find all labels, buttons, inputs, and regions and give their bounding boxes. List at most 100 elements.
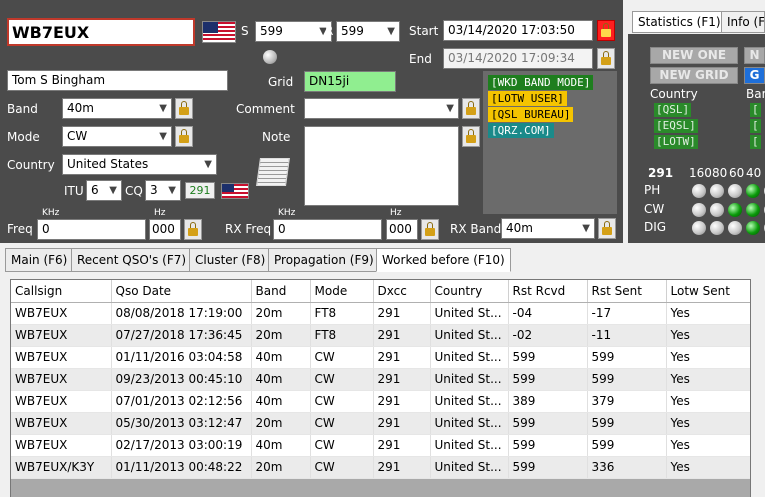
cell-band: 20m (251, 324, 311, 347)
comment-select[interactable]: ▼ (304, 98, 459, 119)
tab-worked-before[interactable]: Worked before (F10) (376, 248, 511, 272)
eqsl-tag[interactable]: [EQSL] (654, 119, 698, 133)
column-header-rst-rcvd[interactable]: Rst Rcvd (508, 280, 588, 303)
table-row[interactable]: WB7EUX 01/11/2016 03:04:58 40m CW 291 United … (11, 346, 750, 369)
column-header-lotw-sent[interactable]: Lotw Sent (666, 280, 750, 303)
lotw-tag[interactable]: [LOTW] (654, 135, 698, 149)
itu-value: 6 (91, 183, 99, 197)
cell-mode: CW (310, 390, 374, 413)
rst-rcvd-select[interactable]: 599 ▼ (336, 21, 400, 42)
cell-band: 20m (251, 456, 311, 479)
cell-mode: CW (310, 434, 374, 457)
cell-lotw-sent: Yes (666, 390, 750, 413)
column-header-rst-sent[interactable]: Rst Sent (587, 280, 667, 303)
cell-mode: CW (310, 412, 374, 435)
cq-select[interactable]: 3 ▼ (145, 180, 181, 201)
notepad-icon[interactable] (256, 158, 290, 186)
table-row[interactable]: WB7EUX 05/30/2013 03:12:47 20m CW 291 United … (11, 412, 750, 435)
freq-lock-button[interactable] (184, 219, 202, 240)
tag-qrz-com[interactable]: [QRZ.COM] (488, 123, 554, 138)
cell-country: United St... (430, 368, 509, 391)
band-eqsl-tag[interactable]: [ (750, 119, 761, 133)
new-one-button[interactable]: NEW ONE (650, 47, 738, 64)
tab-main[interactable]: Main (F6) (5, 248, 74, 272)
rxfreq-lock-button[interactable] (421, 219, 439, 240)
cell-lotw-sent: Yes (666, 434, 750, 457)
cell-rst-sent: 599 (587, 368, 667, 391)
table-row[interactable]: WB7EUX 02/17/2013 03:00:19 40m CW 291 United … (11, 434, 750, 457)
country-value: United States (67, 157, 149, 171)
country-select[interactable]: United States ▼ (62, 154, 217, 175)
column-header-mode[interactable]: Mode (310, 280, 374, 303)
rxfreq-hz-input[interactable]: 000 (386, 219, 418, 240)
end-lock-button[interactable] (597, 48, 615, 69)
chevron-down-icon: ▼ (159, 131, 167, 142)
tag-lotw-user[interactable]: [LOTW USER] (488, 91, 567, 106)
grid-input[interactable]: DN15ji (304, 71, 396, 92)
name-input[interactable]: Tom S Bingham (7, 70, 228, 91)
cell-lotw-sent: Yes (666, 456, 750, 479)
mode-row-dig: DIG (644, 220, 667, 234)
cell-qso-date: 05/30/2013 03:12:47 (111, 412, 252, 435)
lock-icon (466, 129, 476, 143)
column-header-country[interactable]: Country (430, 280, 509, 303)
chevron-down-icon: ▼ (387, 26, 395, 37)
band-col-80: 80 (712, 166, 728, 180)
new-cut-button[interactable]: N (744, 47, 765, 64)
itu-select[interactable]: 6 ▼ (86, 180, 122, 201)
mode-select[interactable]: CW ▼ (62, 126, 172, 147)
tab-cluster[interactable]: Cluster (F8) (189, 248, 272, 272)
cell-callsign: WB7EUX (11, 324, 112, 347)
tab-statistics[interactable]: Statistics (F1) (632, 11, 727, 33)
qsl-tag[interactable]: [QSL] (654, 103, 692, 117)
column-header-callsign[interactable]: Callsign (11, 280, 112, 303)
mode-lock-button[interactable] (175, 126, 193, 147)
band-qsl-tag[interactable]: [ (750, 103, 761, 117)
tab-recent-qsos[interactable]: Recent QSO's (F7) (71, 248, 193, 272)
tab-propagation[interactable]: Propagation (F9) (268, 248, 380, 272)
freq-hz-input[interactable]: 000 (149, 219, 181, 240)
table-row[interactable]: WB7EUX 08/08/2018 17:19:00 20m FT8 291 United… (11, 302, 750, 325)
table-row[interactable]: WB7EUX 09/23/2013 00:45:10 40m CW 291 United … (11, 368, 750, 391)
start-time-input[interactable]: 03/14/2020 17:03:50 (443, 20, 593, 41)
indicator-dot-icon (263, 50, 277, 64)
rst-sent-select[interactable]: 599 ▼ (255, 21, 332, 42)
new-grid-button[interactable]: NEW GRID (650, 67, 738, 84)
cell-country: United St... (430, 346, 509, 369)
rxfreq-label: RX Freq (225, 222, 272, 236)
status-tag-box: [WKD BAND MODE] [LOTW USER] [QSL BUREAU]… (483, 71, 617, 214)
band-stat-label: Ban (746, 87, 765, 101)
freq-khz-input[interactable]: 0 (37, 219, 146, 240)
cell-rst-sent: 336 (587, 456, 667, 479)
tag-wkd-band-mode[interactable]: [WKD BAND MODE] (488, 75, 594, 90)
start-lock-button[interactable] (597, 20, 615, 41)
tag-qsl-bureau[interactable]: [QSL BUREAU] (488, 107, 574, 122)
column-header-band[interactable]: Band (251, 280, 311, 303)
cell-rst-rcvd: 599 (508, 434, 588, 457)
callsign-input[interactable]: WB7EUX (7, 18, 195, 46)
table-row[interactable]: WB7EUX 07/27/2018 17:36:45 20m FT8 291 United… (11, 324, 750, 347)
s-label: S (241, 24, 249, 38)
cell-country: United St... (430, 434, 509, 457)
rxband-lock-button[interactable] (598, 218, 616, 239)
note-lock-button[interactable] (462, 126, 480, 147)
band-lock-button[interactable] (175, 98, 193, 119)
end-time-input[interactable]: 03/14/2020 17:09:34 (443, 48, 593, 69)
table-row[interactable]: WB7EUX/K3Y 01/11/2013 00:48:22 20m CW 291 Uni… (11, 456, 750, 479)
column-header-qso-date[interactable]: Qso Date (111, 280, 252, 303)
grid-cut-button[interactable]: G (744, 67, 765, 84)
lock-icon (602, 221, 612, 235)
cell-qso-date: 02/17/2013 03:00:19 (111, 434, 252, 457)
band-col-40: 40 (746, 166, 762, 180)
mode-label: Mode (7, 130, 40, 144)
band-lotw-tag[interactable]: [ (750, 135, 761, 149)
table-row[interactable]: WB7EUX 07/01/2013 02:12:56 40m CW 291 United … (11, 390, 750, 413)
band-select[interactable]: 40m ▼ (62, 98, 172, 119)
tab-info[interactable]: Info (F (721, 11, 765, 33)
rxband-select[interactable]: 40m ▼ (501, 218, 595, 239)
column-header-dxcc[interactable]: Dxcc (373, 280, 431, 303)
note-textarea[interactable] (304, 126, 459, 206)
rxfreq-khz-input[interactable]: 0 (273, 219, 382, 240)
cell-band: 40m (251, 346, 311, 369)
comment-lock-button[interactable] (462, 98, 480, 119)
